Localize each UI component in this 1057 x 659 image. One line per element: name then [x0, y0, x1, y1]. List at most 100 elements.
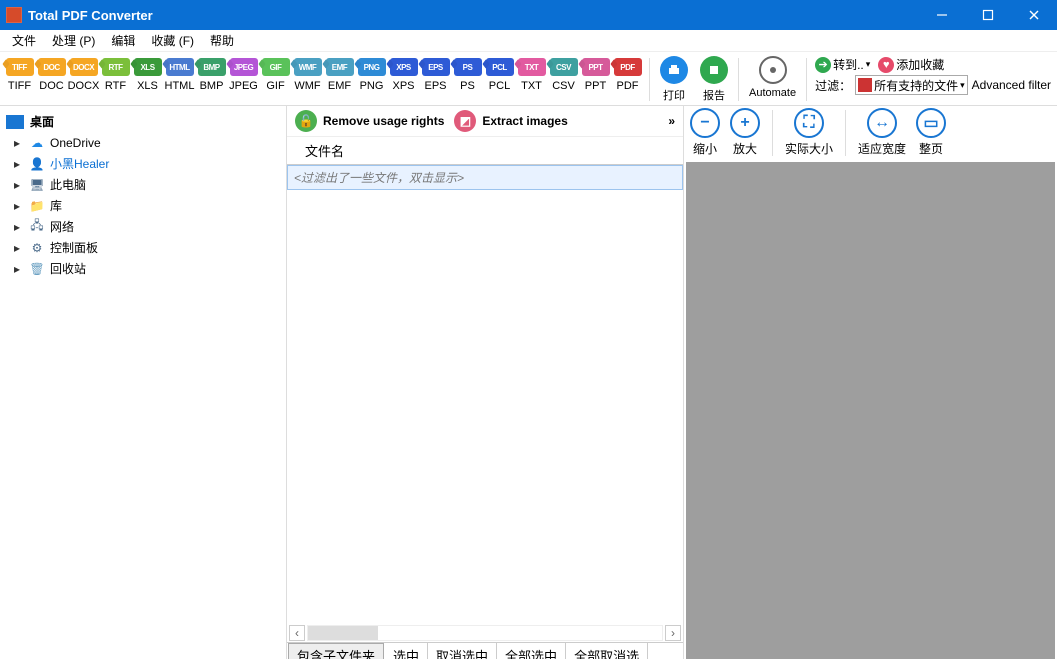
format-badge-icon: PS: [454, 58, 482, 76]
view-zoomin-button[interactable]: +放大: [728, 108, 762, 157]
automate-button[interactable]: Automate: [743, 56, 802, 99]
horizontal-scrollbar[interactable]: ‹ ›: [287, 624, 683, 642]
separator: [738, 58, 739, 101]
tree-node[interactable]: ▸⚙控制面板: [2, 237, 284, 258]
format-pcl-button[interactable]: PCLPCL: [484, 58, 515, 92]
format-rtf-button[interactable]: RTFRTF: [100, 58, 131, 92]
report-button[interactable]: 报告: [694, 56, 734, 103]
format-gif-button[interactable]: GIFGIF: [260, 58, 291, 92]
menu-item[interactable]: 帮助: [202, 30, 242, 51]
format-badge-icon: RTF: [102, 58, 130, 76]
expand-icon[interactable]: ▸: [14, 136, 24, 150]
net-icon: 🖧: [28, 219, 46, 235]
view-icon: ↔: [867, 108, 897, 138]
preview-area: [686, 162, 1055, 659]
format-badge-icon: GIF: [262, 58, 290, 76]
filter-combo[interactable]: 所有支持的文件▾: [855, 75, 968, 95]
selection-action[interactable]: 全部选中: [497, 643, 566, 659]
format-badge-icon: PPT: [582, 58, 610, 76]
column-header-filename[interactable]: 文件名: [287, 137, 683, 165]
desktop-icon: [6, 115, 24, 129]
selection-action[interactable]: 取消选中: [428, 643, 497, 659]
tree-node[interactable]: ▸🖧网络: [2, 216, 284, 237]
format-ppt-button[interactable]: PPTPPT: [580, 58, 611, 92]
format-badge-icon: PDF: [614, 58, 642, 76]
format-png-button[interactable]: PNGPNG: [356, 58, 387, 92]
format-eps-button[interactable]: EPSEPS: [420, 58, 451, 92]
format-buttons: TIFFTIFFDOCDOCDOCXDOCXRTFRTFXLSXLSHTMLHT…: [2, 56, 645, 94]
format-docx-button[interactable]: DOCXDOCX: [68, 58, 99, 92]
expand-icon[interactable]: ▸: [14, 178, 24, 192]
menu-item[interactable]: 文件: [4, 30, 44, 51]
format-badge-icon: HTML: [166, 58, 194, 76]
format-csv-button[interactable]: CSVCSV: [548, 58, 579, 92]
format-txt-button[interactable]: TXTTXT: [516, 58, 547, 92]
filter-hint-row[interactable]: <过滤出了一些文件，双击显示>: [287, 165, 683, 190]
scroll-left-button[interactable]: ‹: [289, 625, 305, 641]
view-toolbar: −缩小+放大 ⛶实际大小 ↔适应宽度▭整页: [684, 106, 1057, 160]
print-button[interactable]: 打印: [654, 56, 694, 103]
view-zoomout-button[interactable]: −缩小: [688, 108, 722, 157]
format-wmf-button[interactable]: WMFWMF: [292, 58, 323, 92]
format-badge-icon: EMF: [326, 58, 354, 76]
tree-node[interactable]: ▸☁OneDrive: [2, 133, 284, 153]
expand-icon[interactable]: ▸: [14, 262, 24, 276]
format-badge-icon: DOC: [38, 58, 66, 76]
format-badge-icon: CSV: [550, 58, 578, 76]
separator: [649, 58, 650, 101]
advanced-filter-link[interactable]: Advanced filter: [972, 78, 1051, 92]
tree-node[interactable]: ▸🖥此电脑: [2, 174, 284, 195]
format-xps-button[interactable]: XPSXPS: [388, 58, 419, 92]
separator: [806, 58, 807, 101]
maximize-button[interactable]: [965, 0, 1011, 30]
view-fitpage-button[interactable]: ▭整页: [914, 108, 948, 157]
unlock-icon: 🔓: [295, 110, 317, 132]
menu-item[interactable]: 编辑: [103, 30, 143, 51]
format-pdf-button[interactable]: PDFPDF: [612, 58, 643, 92]
format-badge-icon: JPEG: [230, 58, 258, 76]
format-jpeg-button[interactable]: JPEGJPEG: [228, 58, 259, 92]
folder-icon: 📁: [28, 198, 46, 214]
scroll-right-button[interactable]: ›: [665, 625, 681, 641]
expand-icon[interactable]: ▸: [14, 199, 24, 213]
tree-node[interactable]: ▸🗑回收站: [2, 258, 284, 279]
expand-icon[interactable]: ▸: [14, 241, 24, 255]
goto-button[interactable]: ➔转到..▾: [815, 56, 870, 73]
view-actual-button[interactable]: ⛶实际大小: [783, 108, 835, 157]
selection-action[interactable]: 包含子文件夹: [288, 643, 384, 659]
format-badge-icon: XLS: [134, 58, 162, 76]
expand-icon[interactable]: ▸: [14, 220, 24, 234]
image-icon: ◩: [454, 110, 476, 132]
view-fitwidth-button[interactable]: ↔适应宽度: [856, 108, 908, 157]
close-button[interactable]: [1011, 0, 1057, 30]
file-list[interactable]: <过滤出了一些文件，双击显示>: [287, 165, 683, 624]
tree-node[interactable]: ▸📁库: [2, 195, 284, 216]
file-list-panel: 🔓Remove usage rights ◩Extract images » 文…: [287, 106, 684, 659]
format-badge-icon: TIFF: [6, 58, 34, 76]
menu-item[interactable]: 处理 (P): [44, 30, 103, 51]
format-html-button[interactable]: HTMLHTML: [164, 58, 195, 92]
selection-action[interactable]: 选中: [385, 643, 428, 659]
format-tiff-button[interactable]: TIFFTIFF: [4, 58, 35, 92]
format-bmp-button[interactable]: BMPBMP: [196, 58, 227, 92]
view-icon: −: [690, 108, 720, 138]
format-ps-button[interactable]: PSPS: [452, 58, 483, 92]
format-xls-button[interactable]: XLSXLS: [132, 58, 163, 92]
folder-tree[interactable]: 桌面 ▸☁OneDrive▸👤小黑Healer▸🖥此电脑▸📁库▸🖧网络▸⚙控制面…: [0, 106, 287, 659]
minimize-button[interactable]: [919, 0, 965, 30]
format-doc-button[interactable]: DOCDOC: [36, 58, 67, 92]
add-favorite-button[interactable]: ♥添加收藏: [878, 56, 944, 73]
extract-images-button[interactable]: ◩Extract images: [454, 110, 567, 132]
scroll-thumb[interactable]: [308, 626, 378, 640]
selection-action[interactable]: 全部取消选: [566, 643, 648, 659]
tree-root[interactable]: 桌面: [2, 110, 284, 133]
format-emf-button[interactable]: EMFEMF: [324, 58, 355, 92]
view-icon: ▭: [916, 108, 946, 138]
more-actions-button[interactable]: »: [668, 114, 675, 128]
tree-node[interactable]: ▸👤小黑Healer: [2, 153, 284, 174]
menu-item[interactable]: 收藏 (F): [143, 30, 202, 51]
format-badge-icon: PNG: [358, 58, 386, 76]
remove-usage-rights-button[interactable]: 🔓Remove usage rights: [295, 110, 444, 132]
filter-label: 过滤：: [815, 77, 851, 94]
expand-icon[interactable]: ▸: [14, 157, 24, 171]
